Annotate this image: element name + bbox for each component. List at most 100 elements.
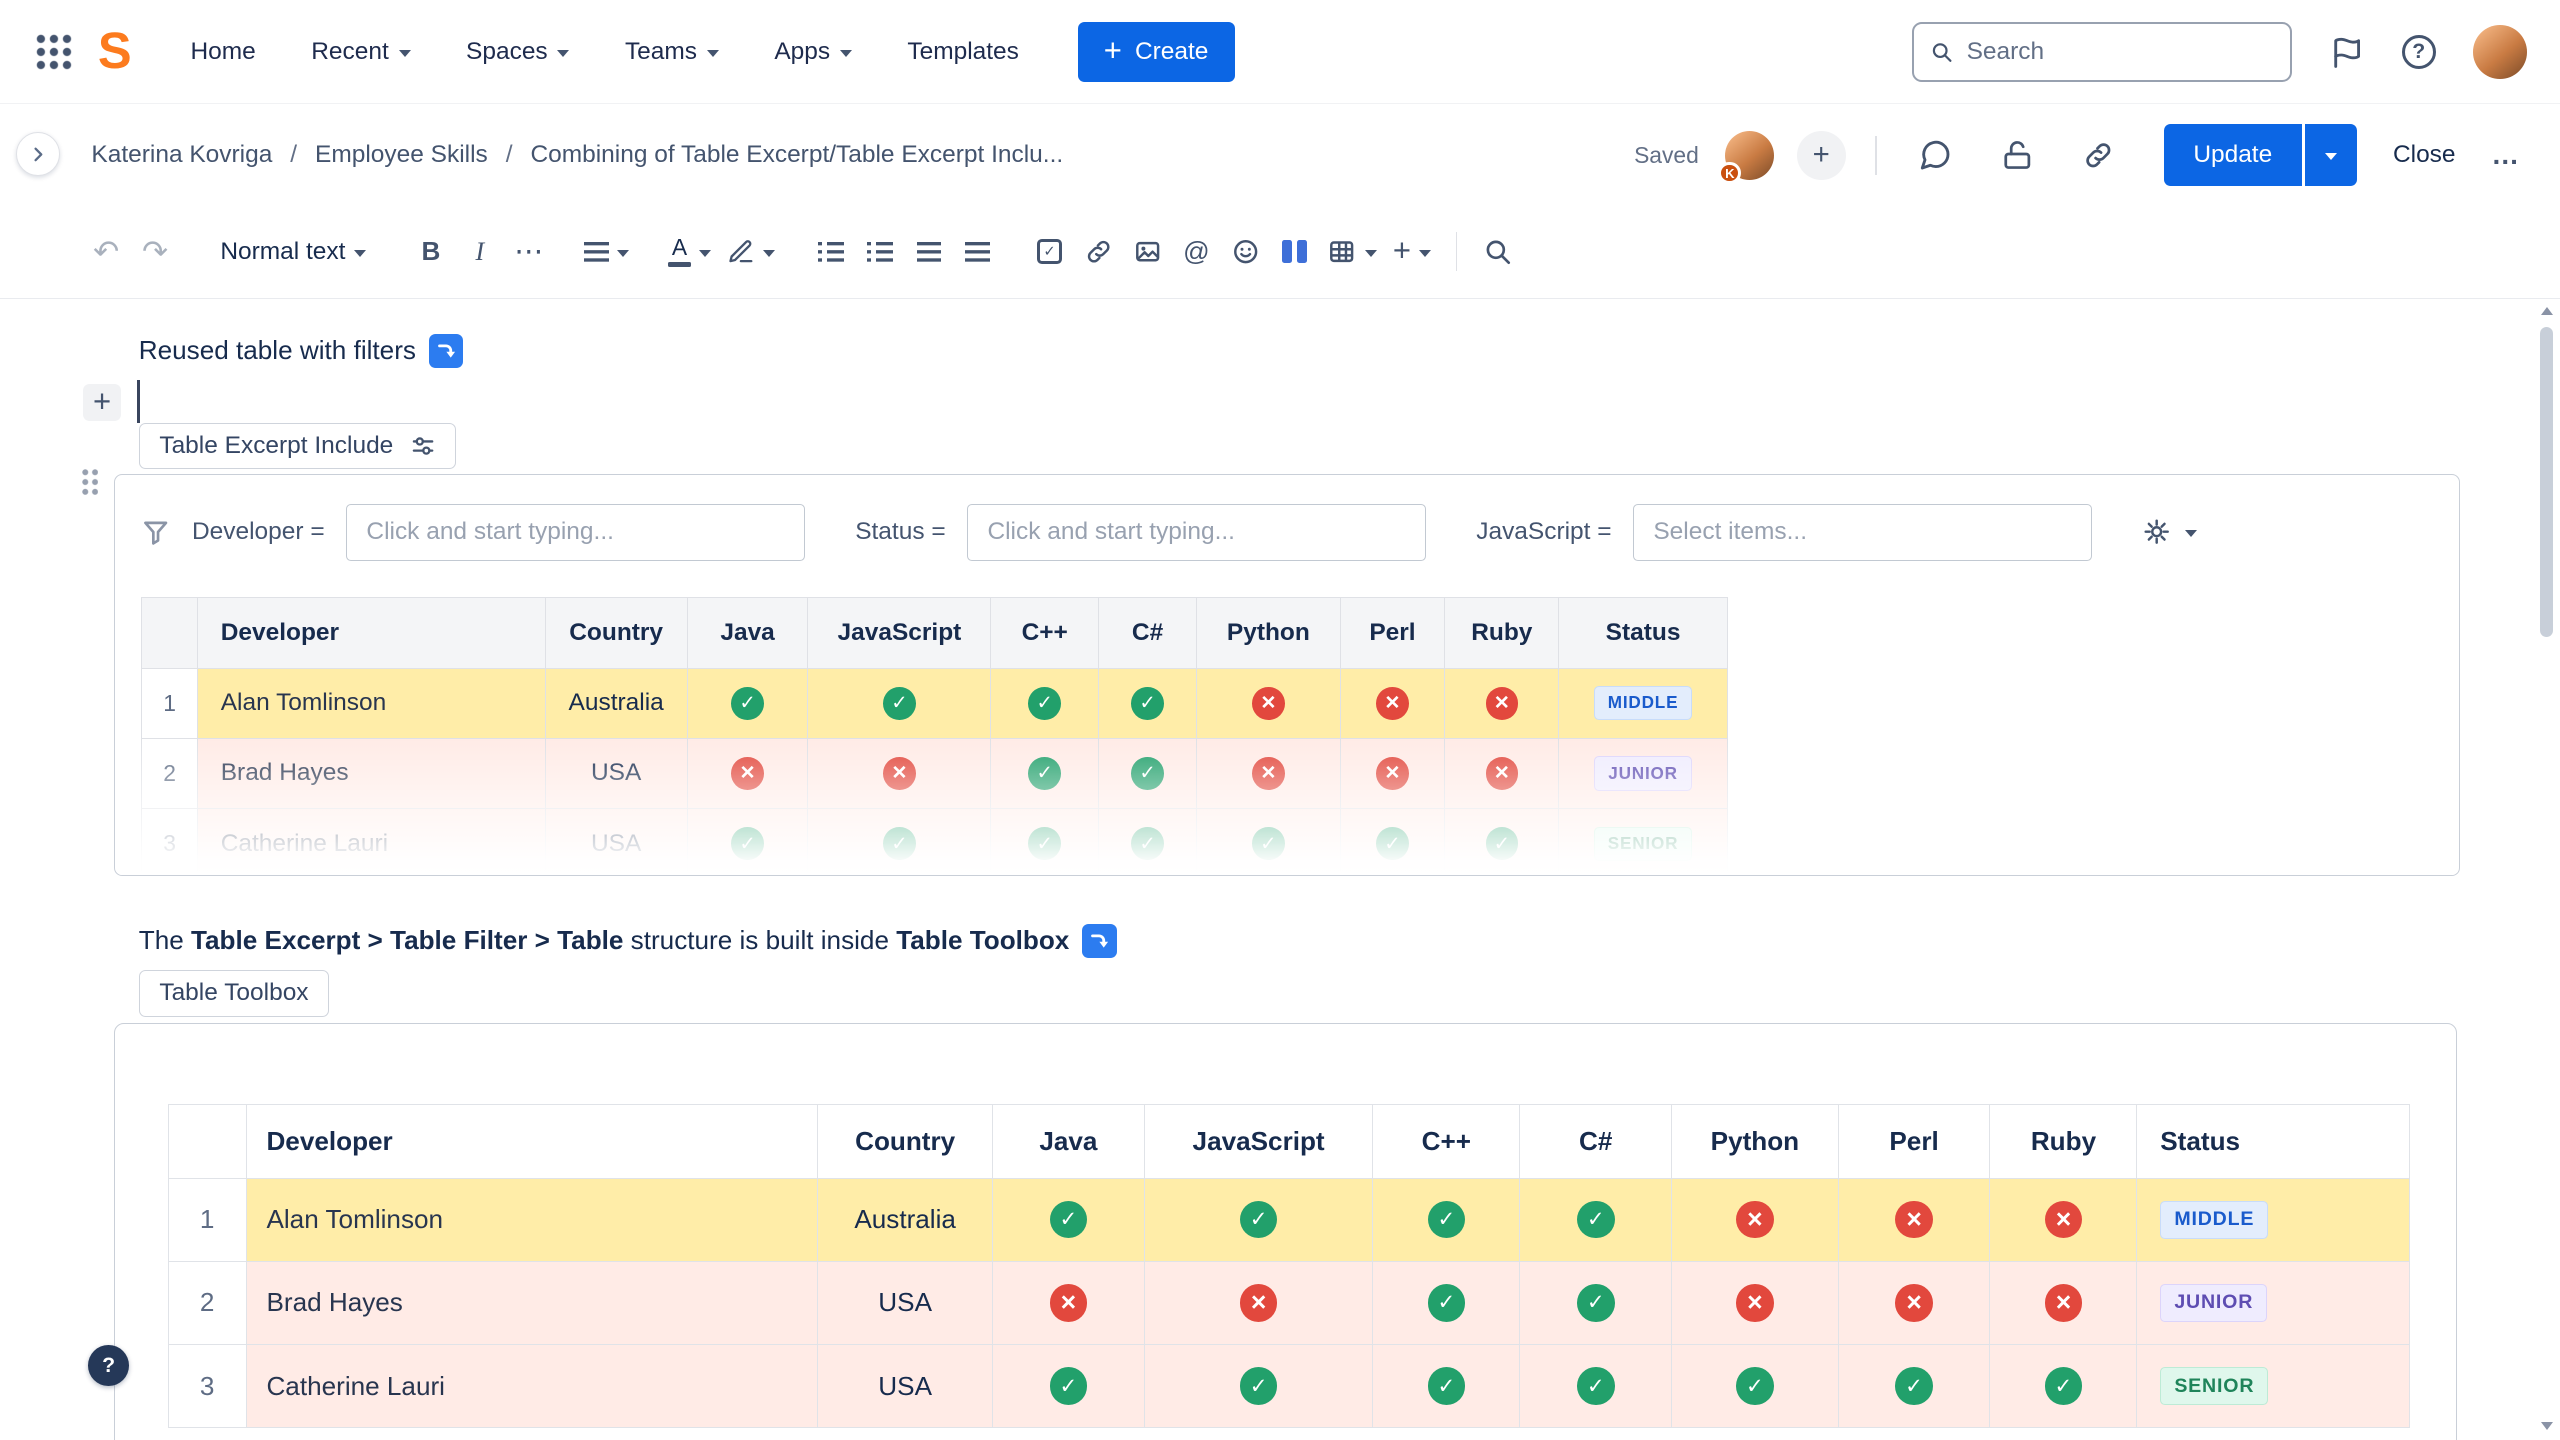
align-dropdown[interactable] [576, 224, 637, 280]
status-cell[interactable]: SENIOR [1559, 809, 1727, 876]
skill-no-cell[interactable] [687, 738, 808, 808]
status-cell[interactable]: SENIOR [2137, 1345, 2410, 1428]
skill-yes-cell[interactable] [808, 668, 991, 738]
more-formatting-button[interactable] [504, 224, 553, 280]
skill-yes-cell[interactable] [687, 668, 808, 738]
emoji-button[interactable] [1221, 224, 1270, 280]
scroll-up-arrow[interactable] [2541, 307, 2553, 315]
skill-yes-cell[interactable] [1373, 1178, 1520, 1261]
column-header[interactable]: C# [1099, 598, 1197, 668]
skill-no-cell[interactable] [1672, 1178, 1839, 1261]
column-header[interactable]: Ruby [1990, 1105, 2137, 1178]
text-color-dropdown[interactable]: A [660, 224, 719, 280]
find-replace-button[interactable] [1474, 224, 1523, 280]
skill-yes-cell[interactable] [808, 809, 991, 876]
skill-yes-cell[interactable] [1373, 1345, 1520, 1428]
update-button[interactable]: Update [2164, 124, 2302, 186]
app-switcher-icon[interactable] [36, 34, 72, 70]
invite-collaborator-button[interactable] [1797, 131, 1846, 180]
skill-no-cell[interactable] [1340, 738, 1444, 808]
link-icon[interactable] [2069, 126, 2128, 185]
column-header[interactable]: Python [1197, 598, 1341, 668]
nav-home[interactable]: Home [190, 38, 255, 66]
insert-image-button[interactable] [1123, 224, 1172, 280]
table-excerpt-include-chip[interactable]: Table Excerpt Include [139, 423, 457, 469]
italic-button[interactable]: I [455, 224, 504, 280]
indent-button[interactable] [953, 224, 1002, 280]
nav-apps[interactable]: Apps [774, 38, 852, 66]
sidebar-expand-button[interactable] [16, 132, 60, 176]
unlock-icon[interactable] [1988, 126, 2047, 185]
table-dropdown[interactable] [1319, 224, 1385, 280]
scroll-down-arrow[interactable] [2541, 1422, 2553, 1430]
table-excerpt-include-macro[interactable]: Developer = Status = JavaScript = Develo… [114, 474, 2460, 876]
skill-yes-cell[interactable] [1520, 1178, 1672, 1261]
collaborator-avatar[interactable]: K [1725, 131, 1774, 180]
skill-yes-cell[interactable] [1099, 668, 1197, 738]
status-cell[interactable]: JUNIOR [2137, 1261, 2410, 1344]
row-number-cell[interactable]: 1 [142, 668, 198, 738]
table-toolbox-macro[interactable]: DeveloperCountryJavaJavaScriptC++C#Pytho… [114, 1023, 2457, 1440]
column-header[interactable]: Country [545, 598, 687, 668]
country-cell[interactable]: USA [545, 809, 687, 876]
skill-yes-cell[interactable] [1520, 1345, 1672, 1428]
insert-link-button[interactable] [1074, 224, 1123, 280]
skill-no-cell[interactable] [1990, 1261, 2137, 1344]
skill-no-cell[interactable] [1672, 1261, 1839, 1344]
developer-cell[interactable]: Brad Hayes [197, 738, 545, 808]
skill-yes-cell[interactable] [992, 1345, 1144, 1428]
status-cell[interactable]: MIDDLE [1559, 668, 1727, 738]
country-cell[interactable]: USA [545, 738, 687, 808]
skill-yes-cell[interactable] [1144, 1345, 1373, 1428]
column-header[interactable]: Status [1559, 598, 1727, 668]
create-button[interactable]: Create [1078, 22, 1235, 82]
country-cell[interactable]: Australia [818, 1178, 993, 1261]
comment-icon[interactable] [1906, 126, 1965, 185]
skill-no-cell[interactable] [808, 738, 991, 808]
numbered-list-button[interactable] [855, 224, 904, 280]
column-header[interactable]: Java [687, 598, 808, 668]
column-header[interactable]: JavaScript [1144, 1105, 1373, 1178]
status-cell[interactable]: JUNIOR [1559, 738, 1727, 808]
column-header[interactable]: Ruby [1445, 598, 1559, 668]
insert-block-button[interactable] [83, 384, 121, 422]
developer-cell[interactable]: Catherine Lauri [197, 809, 545, 876]
breadcrumb-space[interactable]: Employee Skills [272, 141, 487, 169]
skill-no-cell[interactable] [1144, 1261, 1373, 1344]
column-header[interactable]: Perl [1340, 598, 1444, 668]
column-header[interactable]: Developer [197, 598, 545, 668]
country-cell[interactable]: USA [818, 1345, 993, 1428]
skill-no-cell[interactable] [1197, 738, 1341, 808]
skill-yes-cell[interactable] [991, 738, 1099, 808]
nav-recent[interactable]: Recent [311, 38, 410, 66]
drag-handle-icon[interactable] [82, 469, 98, 495]
highlight-dropdown[interactable] [719, 224, 783, 280]
javascript-filter-input[interactable] [1633, 504, 2092, 561]
help-button[interactable] [88, 1345, 129, 1386]
skill-yes-cell[interactable] [991, 809, 1099, 876]
nav-spaces[interactable]: Spaces [466, 38, 569, 66]
developer-cell[interactable]: Brad Hayes [246, 1261, 817, 1344]
column-header[interactable]: Developer [246, 1105, 817, 1178]
skill-yes-cell[interactable] [1672, 1345, 1839, 1428]
country-cell[interactable]: USA [818, 1261, 993, 1344]
skill-no-cell[interactable] [992, 1261, 1144, 1344]
skill-no-cell[interactable] [1445, 738, 1559, 808]
skill-no-cell[interactable] [1197, 668, 1341, 738]
bullet-list-button[interactable] [806, 224, 855, 280]
developer-filter-input[interactable] [346, 504, 805, 561]
skill-yes-cell[interactable] [1838, 1345, 1990, 1428]
column-header[interactable]: C# [1520, 1105, 1672, 1178]
skill-yes-cell[interactable] [1520, 1261, 1672, 1344]
task-list-button[interactable] [1025, 224, 1074, 280]
row-number-cell[interactable]: 3 [168, 1345, 246, 1428]
column-header[interactable]: Status [2137, 1105, 2410, 1178]
search-input[interactable] [1967, 38, 2274, 66]
column-header[interactable]: C++ [991, 598, 1099, 668]
bold-button[interactable]: B [406, 224, 455, 280]
empty-paragraph[interactable] [139, 371, 2560, 423]
app-logo[interactable]: S [98, 26, 132, 77]
column-header[interactable]: JavaScript [808, 598, 991, 668]
developer-cell[interactable]: Catherine Lauri [246, 1345, 817, 1428]
flag-icon[interactable] [2330, 35, 2364, 69]
